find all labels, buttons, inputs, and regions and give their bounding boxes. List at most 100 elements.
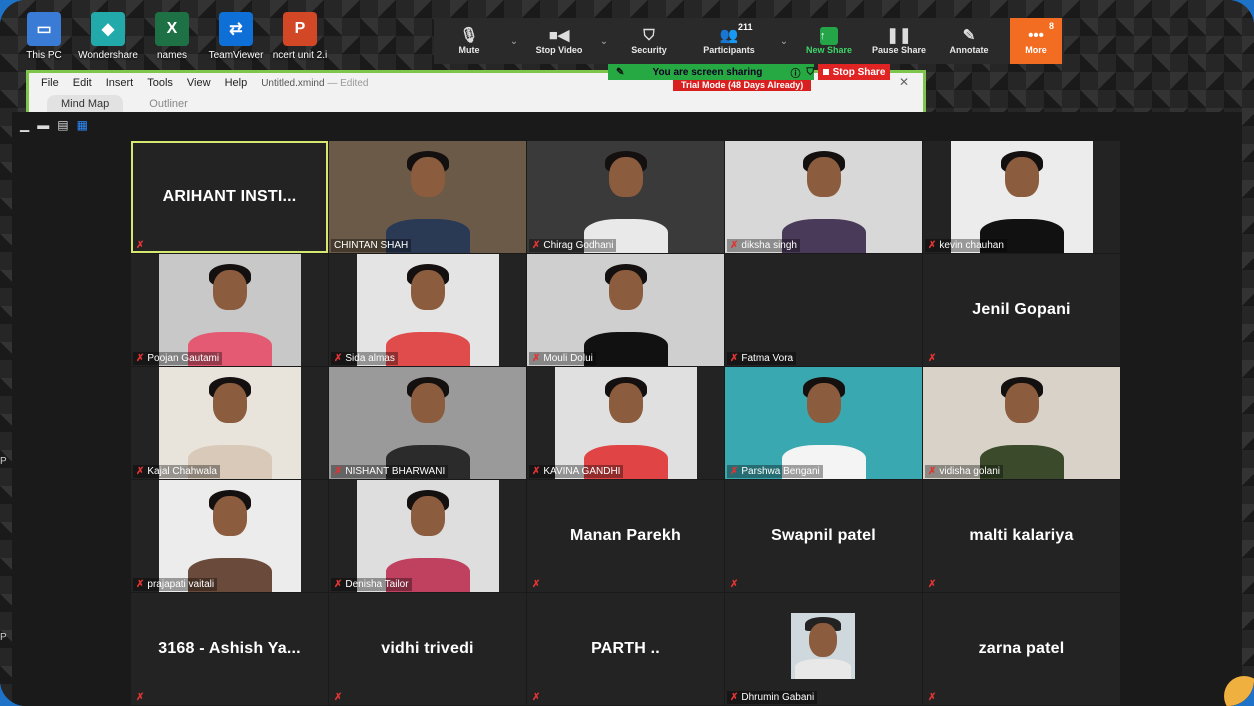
new-share-button[interactable]: ↑ New Share: [794, 18, 864, 64]
participant-tile[interactable]: ✗ Poojan Gautami: [131, 254, 328, 366]
participant-name: Chirag Godhani: [543, 240, 614, 251]
security-button[interactable]: ⛉ Security: [614, 18, 684, 64]
participant-name: Fatma Vora: [741, 353, 794, 364]
stop-share-button[interactable]: Stop Share: [818, 64, 890, 80]
menu-item-insert[interactable]: Insert: [106, 77, 134, 89]
participant-tile[interactable]: CHINTAN SHAH: [329, 141, 526, 253]
desktop-icon[interactable]: ⇄ TeamViewer: [206, 10, 266, 61]
participant-tile[interactable]: ✗ Mouli Dolui: [527, 254, 724, 366]
participant-tile[interactable]: Jenil Gopani ✗: [923, 254, 1120, 366]
person-face: [410, 157, 445, 197]
desktop-icon[interactable]: Pncert unit 2.i: [270, 10, 330, 61]
participant-tile[interactable]: ✗ Dhrumin Gabani: [725, 593, 922, 705]
participant-tile[interactable]: zarna patel ✗: [923, 593, 1120, 705]
muted-microphone-icon: ✗: [928, 579, 937, 590]
participant-tile[interactable]: ✗ KAVINA GANDHI: [527, 367, 724, 479]
tab-mind-map[interactable]: Mind Map: [47, 95, 124, 113]
participant-tile[interactable]: vidhi trivedi ✗: [329, 593, 526, 705]
participant-tile[interactable]: Manan Parekh ✗: [527, 480, 724, 592]
muted-microphone-icon: ✗: [136, 579, 145, 590]
muted-microphone-icon: ✗: [136, 466, 145, 477]
muted-microphone-icon: ✗: [532, 353, 541, 364]
minimize-icon[interactable]: ▁: [20, 119, 29, 131]
person-face: [1004, 383, 1039, 423]
muted-microphone-icon: ✗: [532, 692, 541, 703]
participant-name-label: ✗ KAVINA GANDHI: [529, 465, 624, 478]
pause-share-button[interactable]: ❚❚ Pause Share: [864, 18, 934, 64]
menu-item-tools[interactable]: Tools: [147, 77, 173, 89]
trial-banner: Trial Mode (48 Days Already): [673, 79, 812, 91]
participant-tile[interactable]: ✗ Chirag Godhani: [527, 141, 724, 253]
muted-microphone-icon: ✗: [532, 579, 541, 590]
video-options-chevron-icon[interactable]: ⌄: [594, 18, 614, 64]
person-face: [806, 157, 841, 197]
participant-tile[interactable]: 3168 - Ashish Ya... ✗: [131, 593, 328, 705]
audio-options-chevron-icon[interactable]: ⌄: [504, 18, 524, 64]
participant-tile[interactable]: ✗ Fatma Vora: [725, 254, 922, 366]
gallery-grid-icon[interactable]: ▦: [77, 119, 88, 131]
participant-video: [923, 367, 1120, 479]
muted-microphone-icon: ✗: [730, 240, 739, 251]
powerpoint-icon: P: [283, 12, 317, 46]
participant-name: Parshwa Bengani: [741, 466, 820, 477]
participant-video: [356, 480, 499, 592]
share-arrow-icon: ↑: [820, 27, 838, 45]
person-body: [583, 332, 668, 366]
person-face: [1004, 157, 1039, 197]
document-title: Untitled.xmind — Edited: [261, 78, 368, 89]
participant-video: [725, 367, 922, 479]
participant-display-name: 3168 - Ashish Ya...: [158, 640, 301, 657]
participant-tile[interactable]: ✗ Kajal Chahwala: [131, 367, 328, 479]
muted-microphone-icon: ✗: [532, 240, 541, 251]
annotate-button[interactable]: ✎ Annotate: [934, 18, 1004, 64]
participant-tile[interactable]: Swapnil patel ✗: [725, 480, 922, 592]
menu-item-view[interactable]: View: [187, 77, 211, 89]
participants-button[interactable]: 👥 211 Participants: [684, 18, 774, 64]
menu-item-help[interactable]: Help: [225, 77, 248, 89]
strip-view-icon[interactable]: ▤: [57, 119, 68, 131]
muted-microphone-icon: ✗: [334, 353, 343, 364]
desktop-icon[interactable]: ◆ Wondershare: [78, 10, 138, 61]
participant-name-label: ✗ NISHANT BHARWANI: [331, 465, 449, 478]
participant-display-name: vidhi trivedi: [381, 640, 474, 657]
participants-chevron-icon[interactable]: ⌄: [774, 18, 794, 64]
participant-tile[interactable]: ✗ kevin chauhan: [923, 141, 1120, 253]
more-button[interactable]: ••• 8 More: [1010, 18, 1062, 64]
participant-tile[interactable]: ✗ Denisha Tailor: [329, 480, 526, 592]
participant-name: KAVINA GANDHI: [543, 466, 621, 477]
teamviewer-icon: ⇄: [219, 12, 253, 46]
participant-name-label: ✗ Dhrumin Gabani: [727, 691, 818, 704]
mute-button[interactable]: 🎙 Mute: [434, 18, 504, 64]
participant-tile[interactable]: ✗ vidisha golani: [923, 367, 1120, 479]
participant-tile[interactable]: ✗ prajapati vaitali: [131, 480, 328, 592]
participants-icon: 👥: [719, 27, 739, 44]
participant-tile[interactable]: ✗ NISHANT BHARWANI: [329, 367, 526, 479]
pc-icon: ▭: [27, 12, 61, 46]
video-camera-icon: ■◀: [548, 27, 570, 44]
desktop-icon[interactable]: Xnames: [142, 10, 202, 61]
participant-video: [158, 254, 301, 366]
desktop-icon[interactable]: ▭ This PC: [14, 10, 74, 61]
more-dots-icon: •••: [1028, 27, 1044, 44]
desktop-icon-label: Wondershare: [78, 50, 138, 61]
xmind-toolbar: Mind Map Outliner: [29, 95, 923, 113]
side-fragment: P: [0, 632, 7, 643]
desktop-icon-label: This PC: [26, 50, 62, 61]
info-icon[interactable]: ⓘ: [791, 65, 801, 80]
participant-tile[interactable]: PARTH .. ✗: [527, 593, 724, 705]
participant-tile[interactable]: ✗ Parshwa Bengani: [725, 367, 922, 479]
participant-tile[interactable]: ✗ diksha singh: [725, 141, 922, 253]
menu-item-file[interactable]: File: [41, 77, 59, 89]
participant-tile[interactable]: ARIHANT INSTI... ✗: [131, 141, 328, 253]
participant-video: [725, 141, 922, 253]
close-icon[interactable]: ✕: [899, 75, 909, 89]
muted-microphone-icon: ✗: [136, 353, 145, 364]
stop-video-button[interactable]: ■◀ Stop Video: [524, 18, 594, 64]
muted-microphone-icon: ✗: [928, 466, 937, 477]
tab-outliner[interactable]: Outliner: [135, 95, 202, 113]
speaker-view-icon[interactable]: ▬: [37, 119, 49, 131]
participant-tile[interactable]: malti kalariya ✗: [923, 480, 1120, 592]
person-face: [806, 383, 841, 423]
menu-item-edit[interactable]: Edit: [73, 77, 92, 89]
participant-tile[interactable]: ✗ Sida almas: [329, 254, 526, 366]
